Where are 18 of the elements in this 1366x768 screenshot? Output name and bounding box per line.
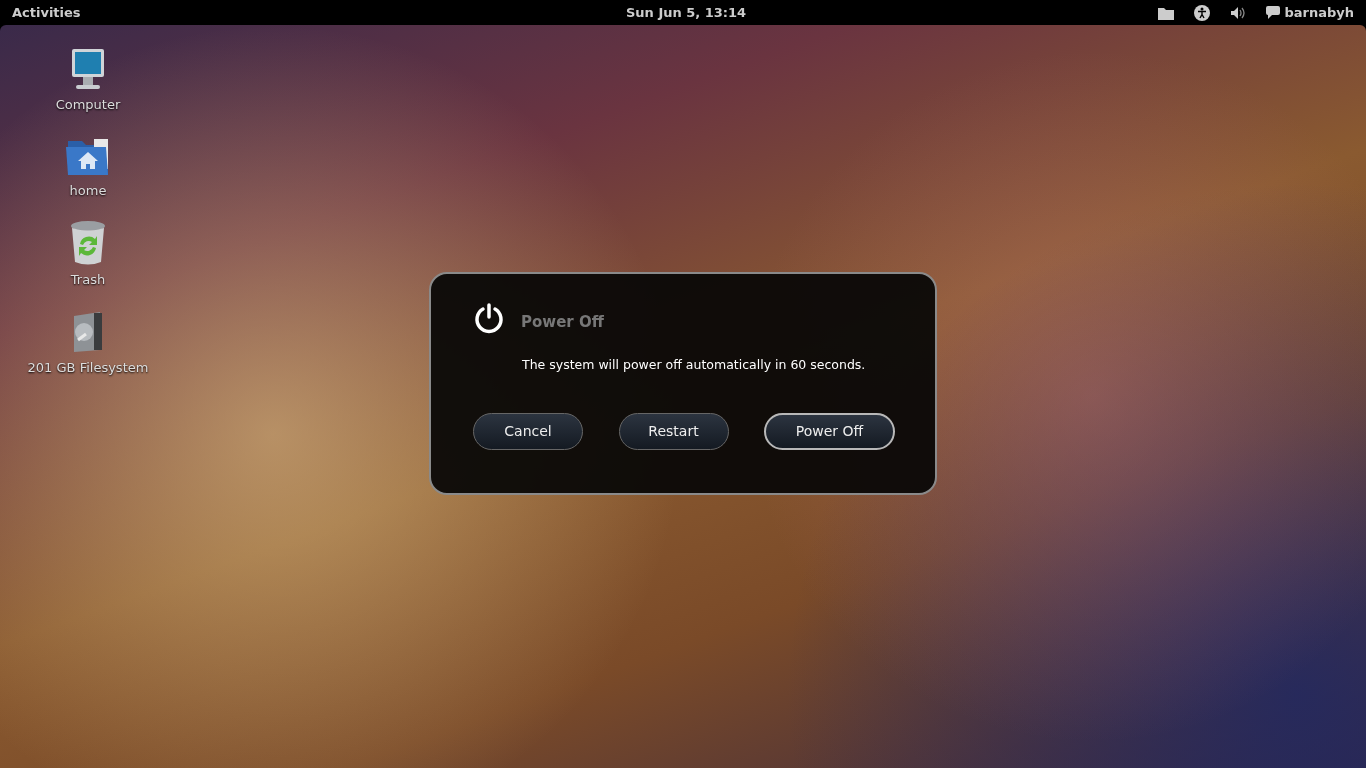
user-name[interactable]: barnabyh bbox=[1284, 2, 1354, 23]
dialog-message: The system will power off automatically in 60 seconds. bbox=[522, 356, 867, 374]
dialog-button[interactable]: Power Off bbox=[764, 412, 895, 450]
desktop-icon-label[interactable]: Trash bbox=[70, 270, 106, 290]
chat-bubble-icon[interactable] bbox=[1266, 6, 1281, 19]
trash-icon bbox=[68, 220, 108, 266]
power-icon bbox=[473, 302, 505, 334]
desktop-icon-label[interactable]: Computer bbox=[55, 95, 121, 115]
dialog-button[interactable]: Cancel bbox=[473, 412, 583, 450]
desktop-icon-label[interactable]: home bbox=[69, 180, 107, 200]
dialog-title: Power Off bbox=[521, 311, 604, 333]
volume-icon[interactable] bbox=[1230, 5, 1247, 20]
dialog-button[interactable]: Restart bbox=[618, 412, 729, 450]
folder-icon[interactable] bbox=[1158, 5, 1175, 20]
accessibility-icon[interactable] bbox=[1194, 4, 1211, 21]
desktop-icon-label[interactable]: 201 GB Filesystem bbox=[27, 357, 149, 377]
activities-button[interactable]: Activities bbox=[12, 2, 81, 23]
clock[interactable]: Sun Jun 5, 13:14 bbox=[626, 2, 747, 23]
